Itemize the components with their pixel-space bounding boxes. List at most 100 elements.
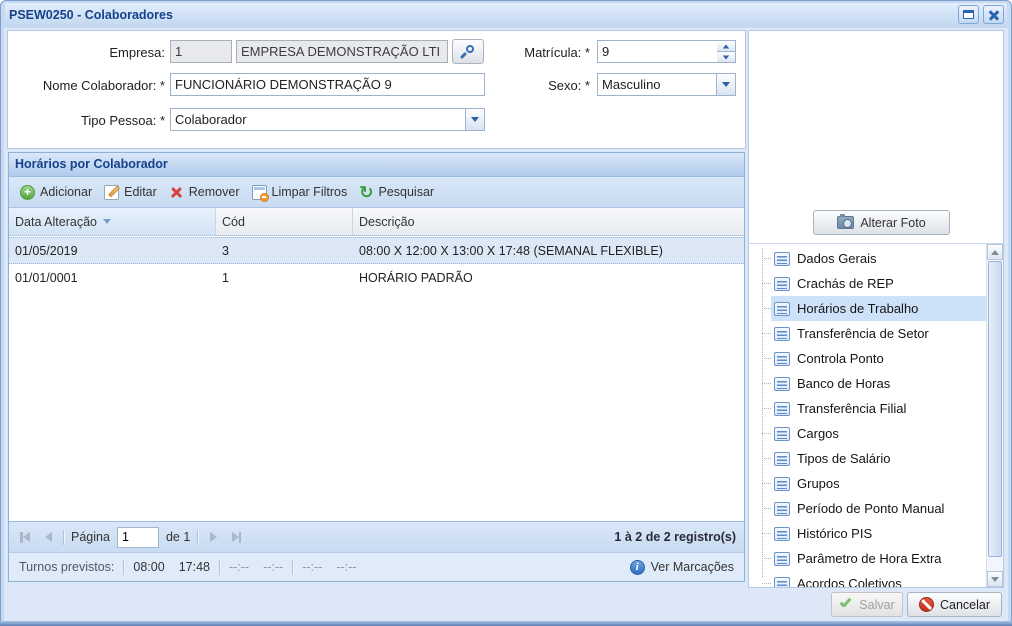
tree-item-label: Cargos	[797, 426, 839, 441]
ver-marcacoes-link[interactable]: i Ver Marcações	[630, 560, 734, 575]
tree-item-body: Período de Ponto Manual	[771, 496, 986, 521]
column-header-data-alteracao[interactable]: Data Alteração	[9, 208, 216, 235]
matricula-field[interactable]	[597, 40, 718, 63]
next-page-button[interactable]	[205, 529, 221, 545]
separator	[292, 560, 293, 575]
tree-item-acordos-coletivos[interactable]: Acordos Coletivos	[749, 571, 986, 587]
tree-item-body: Tipos de Salário	[771, 446, 986, 471]
scroll-down-button[interactable]	[987, 571, 1003, 587]
change-photo-button[interactable]: Alterar Foto	[813, 210, 950, 235]
search-button[interactable]: ↻ Pesquisar	[354, 182, 441, 203]
camera-icon	[837, 216, 854, 229]
tree-item-historico-pis[interactable]: Histórico PIS	[749, 521, 986, 546]
form-icon	[774, 477, 790, 491]
tree-scrollbar[interactable]	[986, 244, 1003, 587]
cancel-button[interactable]: Cancelar	[907, 592, 1002, 617]
stepper-up-button[interactable]	[717, 40, 736, 52]
tree-item-body: Dados Gerais	[771, 246, 986, 271]
table-row[interactable]: 01/01/00011HORÁRIO PADRÃO	[9, 264, 744, 291]
tree-connector	[762, 333, 771, 334]
tree-item-periodo-de-ponto-manual[interactable]: Período de Ponto Manual	[749, 496, 986, 521]
records-count: 1 à 2 de 2 registro(s)	[614, 530, 736, 544]
tree-connector	[762, 258, 771, 259]
form-icon	[774, 502, 790, 516]
tree-item-dados-gerais[interactable]: Dados Gerais	[749, 246, 986, 271]
separator	[197, 530, 198, 545]
tree-item-tipos-de-salario[interactable]: Tipos de Salário	[749, 446, 986, 471]
close-button[interactable]	[983, 5, 1004, 24]
grid-cell: 3	[216, 238, 353, 263]
form-icon	[774, 352, 790, 366]
scroll-up-button[interactable]	[987, 244, 1003, 260]
column-header-descricao[interactable]: Descrição	[353, 208, 744, 235]
tipo-dropdown-trigger[interactable]	[465, 109, 484, 130]
tree-item-label: Transferência de Setor	[797, 326, 929, 341]
tree-item-label: Histórico PIS	[797, 526, 872, 541]
tree-item-transferencia-filial[interactable]: Transferência Filial	[749, 396, 986, 421]
column-header-label: Data Alteração	[15, 215, 97, 229]
last-page-button[interactable]	[228, 529, 244, 545]
sexo-dropdown-trigger[interactable]	[716, 74, 735, 95]
empresa-code-field[interactable]	[170, 40, 232, 63]
empresa-name-field[interactable]	[236, 40, 448, 63]
first-page-button[interactable]	[17, 529, 33, 545]
column-header-label: Cód	[222, 215, 245, 229]
tree-item-body: Transferência de Setor	[771, 321, 986, 346]
check-icon	[839, 599, 853, 611]
tree-item-banco-de-horas[interactable]: Banco de Horas	[749, 371, 986, 396]
search-button-label: Pesquisar	[378, 185, 434, 199]
tree-item-crachas-de-rep[interactable]: Crachás de REP	[749, 271, 986, 296]
grid-body: 01/05/2019308:00 X 12:00 X 13:00 X 17:48…	[9, 237, 744, 521]
sexo-combobox[interactable]: Masculino	[597, 73, 736, 96]
stepper-down-button[interactable]	[717, 52, 736, 63]
tree-item-horarios-de-trabalho[interactable]: Horários de Trabalho	[749, 296, 986, 321]
tree-item-cargos[interactable]: Cargos	[749, 421, 986, 446]
grid-cell: 1	[216, 264, 353, 291]
page-number-input[interactable]	[117, 527, 159, 548]
sort-desc-icon	[103, 219, 111, 224]
save-button-label: Salvar	[859, 598, 894, 612]
tree-item-label: Controla Ponto	[797, 351, 884, 366]
remove-icon	[169, 185, 184, 200]
turno-time: 08:00	[133, 560, 164, 574]
tree-connector	[762, 358, 771, 359]
tree-connector	[762, 408, 771, 409]
tipo-combobox[interactable]: Colaborador	[170, 108, 485, 131]
tree-item-grupos[interactable]: Grupos	[749, 471, 986, 496]
tree-connector	[762, 483, 771, 484]
tree-connector	[762, 283, 771, 284]
separator	[63, 530, 64, 545]
photo-and-sections-panel: Alterar Foto Dados GeraisCrachás de REPH…	[748, 30, 1004, 588]
tipo-label: Tipo Pessoa: *	[8, 113, 165, 128]
table-row[interactable]: 01/05/2019308:00 X 12:00 X 13:00 X 17:48…	[9, 237, 744, 264]
save-button[interactable]: Salvar	[831, 592, 903, 617]
tree-item-controla-ponto[interactable]: Controla Ponto	[749, 346, 986, 371]
tree-item-parametro-de-hora-extra[interactable]: Parâmetro de Hora Extra	[749, 546, 986, 571]
column-header-cod[interactable]: Cód	[216, 208, 353, 235]
grid-toolbar: + Adicionar Editar Remover Limpar Filtro…	[9, 177, 744, 208]
maximize-button[interactable]	[958, 5, 979, 24]
tree-item-body: Crachás de REP	[771, 271, 986, 296]
window-titlebar: PSEW0250 - Colaboradores	[5, 3, 1007, 27]
nome-label: Nome Colaborador: *	[8, 78, 165, 93]
scrollbar-thumb[interactable]	[988, 261, 1002, 557]
tree-connector	[762, 383, 771, 384]
cancel-button-label: Cancelar	[940, 598, 990, 612]
form-icon	[774, 527, 790, 541]
matricula-stepper	[717, 40, 736, 63]
prev-page-button[interactable]	[40, 529, 56, 545]
tree-connector	[762, 433, 771, 434]
page-of-label: de 1	[166, 530, 190, 544]
tree-item-transferencia-de-setor[interactable]: Transferência de Setor	[749, 321, 986, 346]
add-button[interactable]: + Adicionar	[15, 182, 99, 203]
form-icon	[774, 427, 790, 441]
tree-connector	[762, 558, 771, 559]
edit-button[interactable]: Editar	[99, 182, 164, 203]
clear-filters-button[interactable]: Limpar Filtros	[247, 182, 355, 203]
chevron-down-icon	[723, 55, 729, 59]
tree-item-body: Histórico PIS	[771, 521, 986, 546]
grid-cell: HORÁRIO PADRÃO	[353, 264, 744, 291]
remove-button[interactable]: Remover	[164, 182, 247, 203]
grid-header: Data Alteração Cód Descrição	[9, 208, 744, 236]
tree-item-body: Acordos Coletivos	[771, 571, 986, 587]
